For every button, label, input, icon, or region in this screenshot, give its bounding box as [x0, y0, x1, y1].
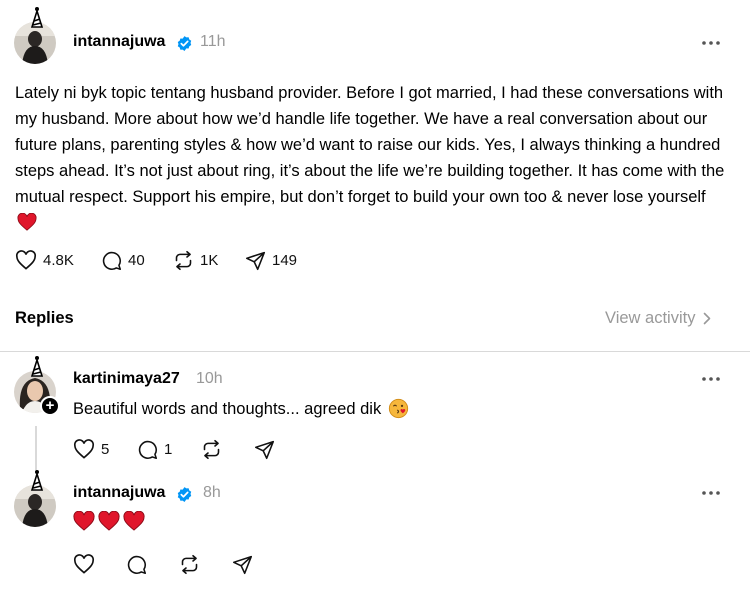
heart-outline-icon	[74, 554, 94, 574]
repost-icon	[175, 250, 192, 271]
reply-timestamp: 10h	[196, 370, 223, 387]
post-like-count: 4.8K	[43, 251, 74, 269]
post-share-count: 149	[272, 252, 298, 269]
party-hat-icon	[30, 7, 44, 28]
send-icon	[245, 251, 266, 271]
post-body: Lately ni byk topic tentang husband prov…	[15, 80, 730, 236]
reply-author-avatar[interactable]	[14, 470, 56, 527]
comment-bubble-icon	[127, 555, 147, 575]
more-options-icon[interactable]	[701, 376, 721, 382]
repost-icon	[181, 554, 198, 575]
reply-share-button[interactable]	[232, 554, 253, 575]
red-heart-emoji-icon	[123, 511, 145, 531]
post-timestamp: 11h	[200, 33, 226, 50]
party-hat-icon	[30, 470, 44, 491]
follow-plus-button[interactable]: +	[40, 396, 60, 416]
reply-timestamp: 8h	[203, 484, 221, 501]
verified-badge-icon	[177, 487, 192, 502]
reply-share-button[interactable]	[254, 439, 275, 460]
reply-comment-count: 1	[164, 441, 173, 458]
heart-outline-icon	[74, 439, 94, 459]
send-icon	[254, 440, 275, 460]
reply-repost-button[interactable]	[179, 554, 200, 575]
reply-like-count: 5	[101, 440, 110, 458]
section-divider	[0, 351, 750, 352]
reply-body: Beautiful words and thoughts... agreed d…	[73, 398, 409, 419]
red-heart-emoji-icon	[98, 511, 120, 531]
reply-body-text: Beautiful words and thoughts... agreed d…	[73, 400, 382, 418]
more-options-icon[interactable]	[701, 490, 721, 496]
reply-like-button[interactable]	[73, 554, 95, 574]
repost-icon	[203, 439, 220, 460]
post-repost-button[interactable]: 1K	[173, 250, 218, 271]
heart-outline-icon	[16, 250, 36, 270]
reply-like-button[interactable]: 5	[73, 439, 109, 459]
post-author-avatar[interactable]	[14, 7, 56, 64]
reply-comment-button[interactable]: 1	[137, 439, 172, 460]
post-repost-count: 1K	[200, 252, 219, 269]
comment-bubble-icon	[102, 251, 122, 271]
red-heart-emoji-icon	[17, 213, 37, 231]
view-activity-label: View activity	[605, 309, 696, 327]
post-comment-button[interactable]: 40	[101, 250, 145, 271]
post-body-text: Lately ni byk topic tentang husband prov…	[15, 84, 725, 206]
reply-comment-button[interactable]	[126, 554, 147, 575]
reply-username[interactable]: intannajuwa	[73, 484, 165, 502]
face-blowing-kiss-emoji-icon	[388, 398, 408, 419]
verified-badge-icon	[177, 36, 192, 51]
reply-username[interactable]: kartinimaya27	[73, 370, 180, 388]
view-activity-link[interactable]: View activity	[605, 309, 711, 328]
post-comment-count: 40	[128, 252, 145, 269]
reply-repost-button[interactable]	[201, 439, 222, 460]
post-like-button[interactable]: 4.8K	[15, 250, 74, 270]
avatar-image	[14, 485, 56, 527]
post-username[interactable]: intannajuwa	[73, 33, 165, 51]
thread-connector-line	[35, 426, 37, 470]
party-hat-icon	[30, 356, 44, 377]
red-heart-emoji-icon	[73, 511, 95, 531]
reply-body	[73, 511, 145, 531]
send-icon	[232, 555, 253, 575]
avatar-image	[14, 22, 56, 64]
chevron-right-icon	[704, 312, 711, 325]
post-share-button[interactable]: 149	[245, 250, 297, 271]
replies-heading: Replies	[15, 309, 74, 327]
comment-bubble-icon	[138, 440, 158, 460]
more-options-icon[interactable]	[701, 40, 721, 46]
reply-author-avatar[interactable]: +	[14, 356, 60, 416]
